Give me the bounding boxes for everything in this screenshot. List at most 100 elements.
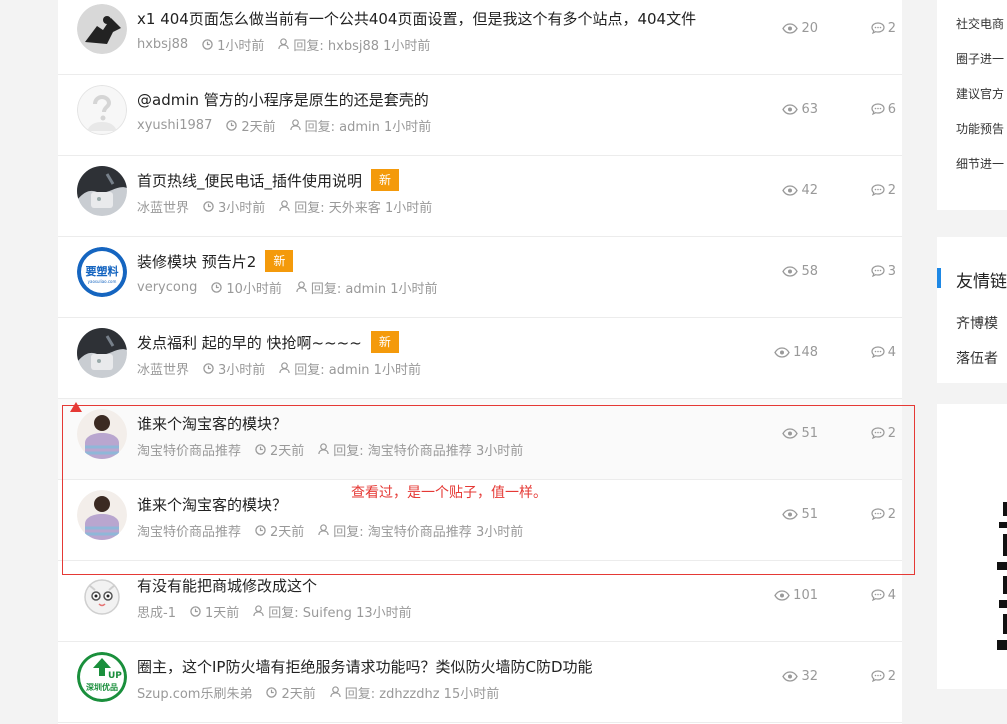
thread-time: 2天前: [270, 524, 305, 540]
avatar-logo-text: UP: [108, 671, 122, 681]
thread-author[interactable]: 思成-1: [137, 602, 176, 621]
thread-row[interactable]: x1 404页面怎么做当前有一个公共404页面设置，但是我这个有多个站点，404…: [58, 0, 902, 75]
eye-icon: [782, 670, 799, 682]
friend-link[interactable]: 落伍者: [956, 348, 998, 368]
user-icon: [279, 200, 290, 212]
thread-author[interactable]: Szup.com乐刷朱弟: [137, 683, 252, 702]
reply-count: 3: [887, 263, 896, 279]
new-badge: 新: [265, 250, 294, 272]
heading-accent-bar: [937, 268, 941, 288]
thread-author[interactable]: 淘宝特价商品推荐: [137, 521, 241, 540]
view-count: 51: [801, 506, 818, 522]
thread-time: 10小时前: [226, 281, 282, 297]
thread-title[interactable]: 谁来个淘宝客的模块？: [137, 494, 287, 515]
thread-row[interactable]: 有没有能把商城修改成这个 思成-1 1天前 回复: Suifeng 13小时前 …: [58, 561, 902, 642]
thread-time: 1小时前: [217, 38, 265, 54]
qr-code-icon: [997, 502, 1007, 650]
sidebar-card-friend-links: 友情链 齐博模 落伍者: [937, 237, 1007, 383]
annotation-note: 查看过，是一个贴子，值一样。: [351, 485, 547, 501]
reply-count: 6: [887, 101, 896, 117]
thread-time: 2天前: [281, 686, 316, 702]
user-icon: [289, 119, 301, 131]
thread-title[interactable]: x1 404页面怎么做当前有一个公共404页面设置，但是我这个有多个站点，404…: [137, 8, 696, 29]
sidebar-card-qrcode: [937, 404, 1007, 689]
thread-title[interactable]: 圈主，这个IP防火墙有拒绝服务请求功能吗？类似防火墙防C防D功能: [137, 656, 593, 677]
thread-time: 2天前: [241, 119, 276, 135]
view-count: 32: [801, 668, 818, 684]
thread-title[interactable]: 有没有能把商城修改成这个: [137, 575, 317, 596]
clock-icon: [203, 200, 214, 212]
thread-title[interactable]: 发点福利 起的早的 快抢啊~~~~: [137, 332, 362, 353]
clock-icon: [190, 605, 201, 617]
sidebar-link[interactable]: 建议官方: [956, 85, 1004, 102]
avatar-hxbsj88[interactable]: [77, 4, 127, 54]
avatar-sicheng[interactable]: [77, 571, 127, 621]
thread-list: x1 404页面怎么做当前有一个公共404页面设置，但是我这个有多个站点，404…: [58, 0, 902, 724]
user-icon: [318, 524, 329, 536]
thread-title[interactable]: 谁来个淘宝客的模块？: [137, 413, 287, 434]
sidebar-link[interactable]: 圈子进一: [956, 50, 1004, 67]
avatar-logo-url: yaosuliao.com: [88, 279, 117, 284]
annotation-arrow-icon: [70, 402, 82, 412]
avatar-verycong[interactable]: 要塑料 yaosuliao.com: [77, 247, 127, 297]
view-count: 101: [793, 587, 818, 603]
eye-icon: [774, 589, 790, 601]
comment-icon: [871, 103, 885, 115]
avatar-binglan[interactable]: [77, 328, 127, 378]
clock-icon: [255, 524, 266, 536]
comment-icon: [871, 508, 885, 520]
eye-icon: [774, 346, 790, 358]
last-reply: 回复: admin 1小时前: [294, 362, 421, 378]
user-icon: [278, 38, 290, 50]
avatar-logo-text: 深圳优品: [86, 682, 118, 692]
last-reply: 回复: 淘宝特价商品推荐 3小时前: [333, 524, 524, 540]
comment-icon: [871, 670, 885, 682]
reply-count: 2: [887, 668, 896, 684]
avatar-taobao[interactable]: [77, 490, 127, 540]
friend-links-heading: 友情链: [956, 272, 1007, 292]
thread-row[interactable]: 发点福利 起的早的 快抢啊~~~~ 新 冰蓝世界 3小时前 回复: admin 1…: [58, 318, 902, 399]
thread-author[interactable]: verycong: [137, 280, 197, 295]
comment-icon: [871, 589, 885, 601]
clock-icon: [226, 119, 238, 131]
thread-author[interactable]: 淘宝特价商品推荐: [137, 440, 241, 459]
eye-icon: [782, 184, 799, 196]
user-icon: [279, 362, 290, 374]
sidebar-link[interactable]: 功能预告: [956, 120, 1004, 137]
thread-author[interactable]: 冰蓝世界: [137, 197, 189, 216]
avatar-taobao[interactable]: [77, 409, 127, 459]
thread-row[interactable]: 要塑料 yaosuliao.com 装修模块 预告片2 新 verycong 10小…: [58, 237, 902, 318]
thread-author[interactable]: hxbsj88: [137, 37, 188, 52]
thread-time: 2天前: [270, 443, 305, 459]
thread-author[interactable]: xyushi1987: [137, 118, 212, 133]
thread-title[interactable]: 首页热线_便民电话_插件使用说明: [137, 170, 362, 191]
comment-icon: [871, 427, 885, 439]
thread-author[interactable]: 冰蓝世界: [137, 359, 189, 378]
user-icon: [253, 605, 264, 617]
user-icon: [296, 281, 307, 293]
comment-icon: [871, 346, 885, 358]
user-icon: [330, 686, 341, 698]
new-badge: 新: [370, 331, 399, 353]
thread-row[interactable]: UP 深圳优品 圈主，这个IP防火墙有拒绝服务请求功能吗？类似防火墙防C防D功能 …: [58, 642, 902, 723]
friend-link[interactable]: 齐博模: [956, 313, 998, 333]
sidebar-link[interactable]: 细节进一: [956, 155, 1004, 172]
last-reply: 回复: hxbsj88 1小时前: [293, 38, 431, 54]
thread-title[interactable]: 装修模块 预告片2: [137, 251, 256, 272]
thread-row[interactable]: 首页热线_便民电话_插件使用说明新 冰蓝世界 3小时前 回复: 天外来客 1小时…: [58, 156, 902, 237]
avatar-binglan[interactable]: [77, 166, 127, 216]
thread-row[interactable]: @admin 管方的小程序是原生的还是套壳的 xyushi1987 2天前 回复…: [58, 75, 902, 156]
reply-count: 4: [887, 587, 896, 603]
last-reply: 回复: admin 1小时前: [304, 119, 432, 135]
reply-count: 2: [887, 425, 896, 441]
reply-count: 4: [887, 344, 896, 360]
thread-time: 3小时前: [218, 200, 266, 216]
avatar-xyushi1987[interactable]: [77, 85, 127, 135]
avatar-szup[interactable]: UP 深圳优品: [77, 652, 127, 702]
eye-icon: [782, 508, 799, 520]
thread-row[interactable]: 谁来个淘宝客的模块？ 淘宝特价商品推荐 2天前 回复: 淘宝特价商品推荐 3小时…: [58, 399, 902, 480]
last-reply: 回复: admin 1小时前: [310, 281, 438, 297]
thread-title[interactable]: @admin 管方的小程序是原生的还是套壳的: [137, 89, 429, 110]
sidebar-link[interactable]: 社交电商: [956, 15, 1004, 32]
user-icon: [318, 443, 329, 455]
